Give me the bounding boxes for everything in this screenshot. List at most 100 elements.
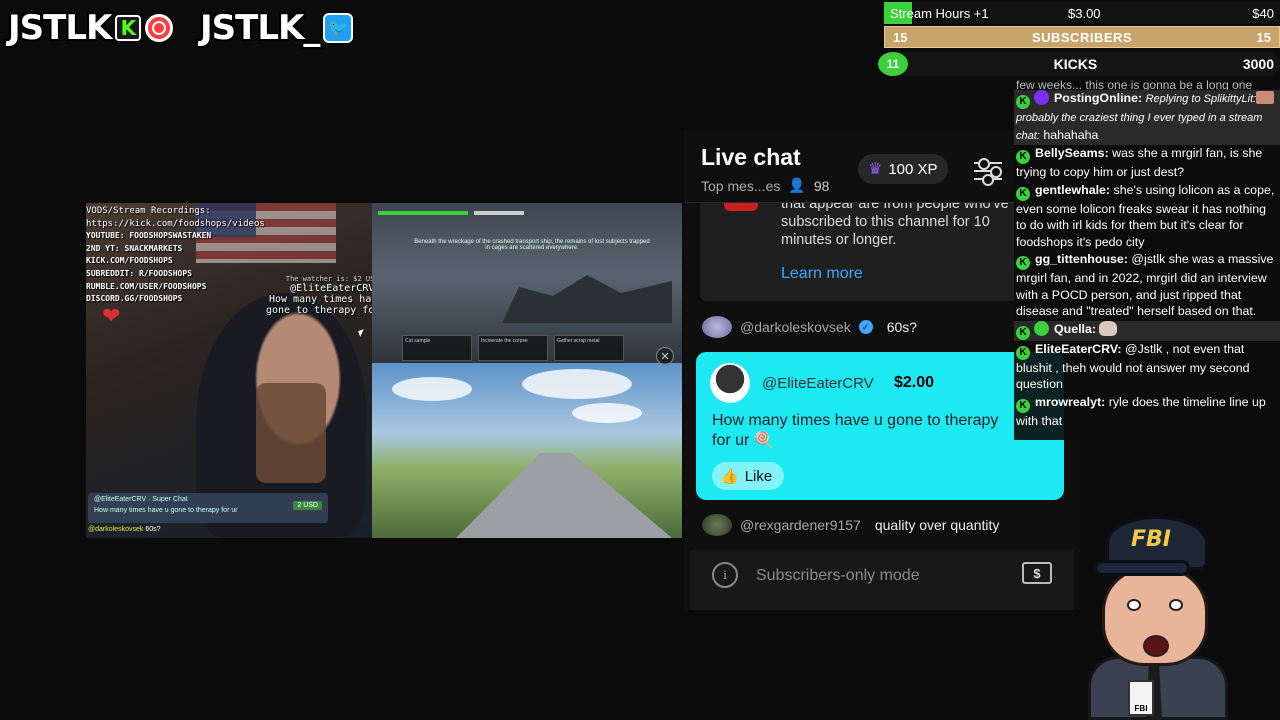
kick-badge-icon: K: [1016, 186, 1030, 201]
inset-chat-text: 60s?: [145, 526, 161, 533]
overlay-line: KICK.COM/FOODSHOPS: [86, 256, 173, 266]
heart-icon: ❤: [102, 303, 121, 328]
game-energy-bar: [474, 211, 524, 215]
mascot-eye: [1169, 599, 1183, 611]
game-choice-card: Cut sample: [402, 335, 472, 361]
game-choices: Cut sample Incinerate the corpse Gather …: [402, 335, 624, 361]
chat-mode-row[interactable]: Top mes...es 👤 98: [701, 177, 829, 194]
notice-text: subscribed to this channel for 10 minute…: [781, 214, 990, 248]
game-feed: Beneath the wreckage of the crashed tran…: [372, 203, 682, 363]
super-chat-dollar-icon[interactable]: $: [1022, 562, 1052, 584]
donation-box: @EliteEaterCRV · Super Chat How many tim…: [88, 493, 328, 523]
verified-icon: ✓: [858, 320, 873, 334]
kick-chat-author: gentlewhale:: [1035, 182, 1111, 197]
stream-hours-current: $3.00: [1068, 5, 1101, 21]
mascot-face: [1102, 566, 1208, 666]
kick-chat-author: PostingOnline:: [1054, 91, 1143, 105]
kicks-goal: 11 KICKS 3000: [878, 52, 1280, 76]
info-icon[interactable]: i: [712, 562, 738, 588]
chat-author[interactable]: @darkoleskovsek: [740, 319, 851, 335]
notice-text-clipped-line: that appear are from people who've: [781, 203, 1009, 212]
xp-label: 100 XP: [888, 160, 938, 178]
game-choice-card: Incinerate the corpse: [478, 335, 548, 361]
notice-text-clipped: that appear are from people who've: [781, 203, 1039, 213]
twitter-logo: JSTLK_ 🐦: [200, 8, 354, 48]
chat-message[interactable]: @darkoleskovsek ✓ 60s?: [702, 316, 917, 338]
game-health-bar: [378, 211, 468, 215]
webcam-feed: ❤ VODS/Stream Recordings: https://kick.c…: [86, 203, 398, 538]
super-chat[interactable]: @EliteEaterCRV $2.00 How many times have…: [696, 352, 1064, 500]
subscribers-target: 15: [1256, 29, 1271, 45]
stream-hours-target: $40: [1252, 5, 1274, 21]
chat-input-placeholder: Subscribers-only mode: [756, 567, 920, 584]
emote-icon: [1256, 91, 1275, 104]
kick-chat-message: Kgentlewhale: she's using lolicon as a c…: [1014, 182, 1280, 252]
kick-icon: K: [115, 15, 142, 41]
cloud: [522, 369, 632, 399]
super-chat-amount: $2.00: [894, 374, 935, 391]
record-icon: [145, 14, 174, 42]
kick-badge-icon: K: [1016, 325, 1030, 340]
avatar: [710, 363, 750, 403]
road: [456, 453, 672, 538]
kick-chat-message: K EliteEaterCRV: @Jstlk , not even that b…: [1014, 341, 1280, 394]
game-choice-card: Gather scrap metal: [554, 335, 624, 361]
cloud: [392, 377, 472, 401]
subscriber-badge-icon: [1034, 90, 1049, 105]
kick-chat-author: BellySeams:: [1035, 146, 1109, 160]
youtube-icon: [724, 203, 758, 211]
kick-chat-author: EliteEaterCRV:: [1035, 341, 1122, 356]
mascot-eye: [1127, 599, 1141, 611]
kick-chat-clipped-line: few weeks... this one is gonna be a long…: [1016, 80, 1253, 90]
super-chat-text: How many times have u gone to therapy fo…: [712, 412, 999, 449]
chat-input-bar: i Subscribers-only mode $: [690, 550, 1074, 610]
kicks-current: 11: [878, 52, 908, 76]
chat-mode-selector[interactable]: Top mes...es: [701, 178, 780, 194]
inset-chat-user: @darkoleskovsek: [88, 526, 144, 533]
donation-user: @EliteEaterCRV · Super Chat: [94, 496, 188, 503]
chat-author[interactable]: @rexgardener9157: [740, 517, 861, 533]
cloud: [572, 403, 642, 423]
learn-more-link[interactable]: Learn more: [781, 265, 863, 283]
chat-text: 60s?: [886, 319, 918, 335]
avatar: [702, 316, 732, 338]
kick-badge-icon: K: [1016, 398, 1030, 413]
twitter-icon: 🐦: [323, 13, 354, 43]
kick-chat-text: hahahaha: [1043, 127, 1099, 142]
kick-chat-author: mrowrealyt:: [1035, 394, 1106, 409]
avatar: [702, 514, 732, 536]
kicks-label: KICKS: [1053, 56, 1098, 72]
viewer-count: 98: [813, 177, 830, 194]
game-caption: Beneath the wreckage of the crashed tran…: [414, 239, 650, 251]
like-label: Like: [744, 467, 773, 485]
twitter-logo-text: JSTLK_: [200, 8, 320, 48]
like-button[interactable]: 👍 Like: [712, 462, 785, 490]
mascot-cap-brim: [1094, 560, 1190, 576]
stream-hours-goal: Stream Hours +1 $3.00 $40: [884, 2, 1280, 24]
shared-video: ❤ VODS/Stream Recordings: https://kick.c…: [86, 203, 682, 538]
game-hud: [372, 207, 682, 219]
close-icon[interactable]: ✕: [656, 347, 674, 365]
kick-logo-text: JSTLK: [8, 8, 112, 48]
kicks-target: 3000: [1242, 56, 1274, 72]
kick-chat-author: gg_tittenhouse:: [1035, 252, 1128, 266]
mascot-mouth: [1143, 635, 1169, 657]
crown-icon: ♛: [868, 161, 883, 178]
kick-chat-reply: Replying to SplikittyLit:: [1145, 93, 1257, 105]
kick-chat-message: K BellySeams: was she a mrgirl fan, is sh…: [1014, 145, 1280, 182]
kick-badge-icon: K: [1016, 256, 1030, 270]
xp-badge[interactable]: ♛ 100 XP: [858, 154, 948, 184]
donation-amount: 2 USD: [293, 501, 322, 510]
fbi-mascot: FBI FBI: [1088, 516, 1238, 720]
subscribers-notice: that appear are from people who've subsc…: [700, 203, 1040, 301]
subscribers-label: SUBSCRIBERS: [1031, 29, 1133, 45]
settings-sliders-icon[interactable]: [974, 156, 1002, 186]
kick-chat-overlay: few weeks... this one is gonna be a long…: [1014, 80, 1280, 440]
chat-title: Live chat: [701, 144, 801, 170]
kick-badge-icon: K: [1016, 345, 1030, 360]
chat-message[interactable]: @rexgardener9157 quality over quantity: [702, 514, 999, 536]
super-chat-author[interactable]: @EliteEaterCRV: [762, 375, 874, 392]
kick-chat-author: Quella:: [1054, 321, 1096, 336]
viewer-icon: 👤: [788, 177, 806, 193]
chat-text: quality over quantity: [874, 517, 1000, 533]
